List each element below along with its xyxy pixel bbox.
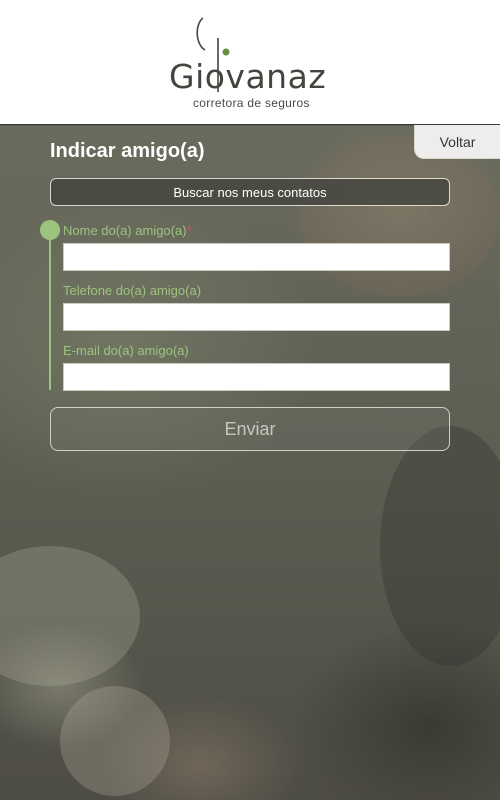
company-logo: Giovanaz corretora de seguros <box>165 14 335 114</box>
step-indicator-dot <box>40 220 60 240</box>
send-button[interactable]: Enviar <box>50 407 450 451</box>
step-indicator-line <box>49 238 51 390</box>
friend-name-label-text: Nome do(a) amigo(a) <box>63 223 187 238</box>
logo-subtitle: corretora de seguros <box>193 96 310 110</box>
logo-wordmark: Giovanaz <box>169 57 327 96</box>
back-button[interactable]: Voltar <box>414 125 500 159</box>
friend-phone-input[interactable] <box>63 303 450 331</box>
friend-name-label: Nome do(a) amigo(a)* <box>63 223 192 238</box>
friend-email-input[interactable] <box>63 363 450 391</box>
friend-name-input[interactable] <box>63 243 450 271</box>
friend-email-label: E-mail do(a) amigo(a) <box>63 343 189 358</box>
page-title: Indicar amigo(a) <box>50 140 205 162</box>
friend-phone-label: Telefone do(a) amigo(a) <box>63 283 202 298</box>
header: Giovanaz corretora de seguros <box>0 0 500 125</box>
required-marker: * <box>186 223 192 238</box>
search-contacts-button[interactable]: Buscar nos meus contatos <box>50 178 450 206</box>
